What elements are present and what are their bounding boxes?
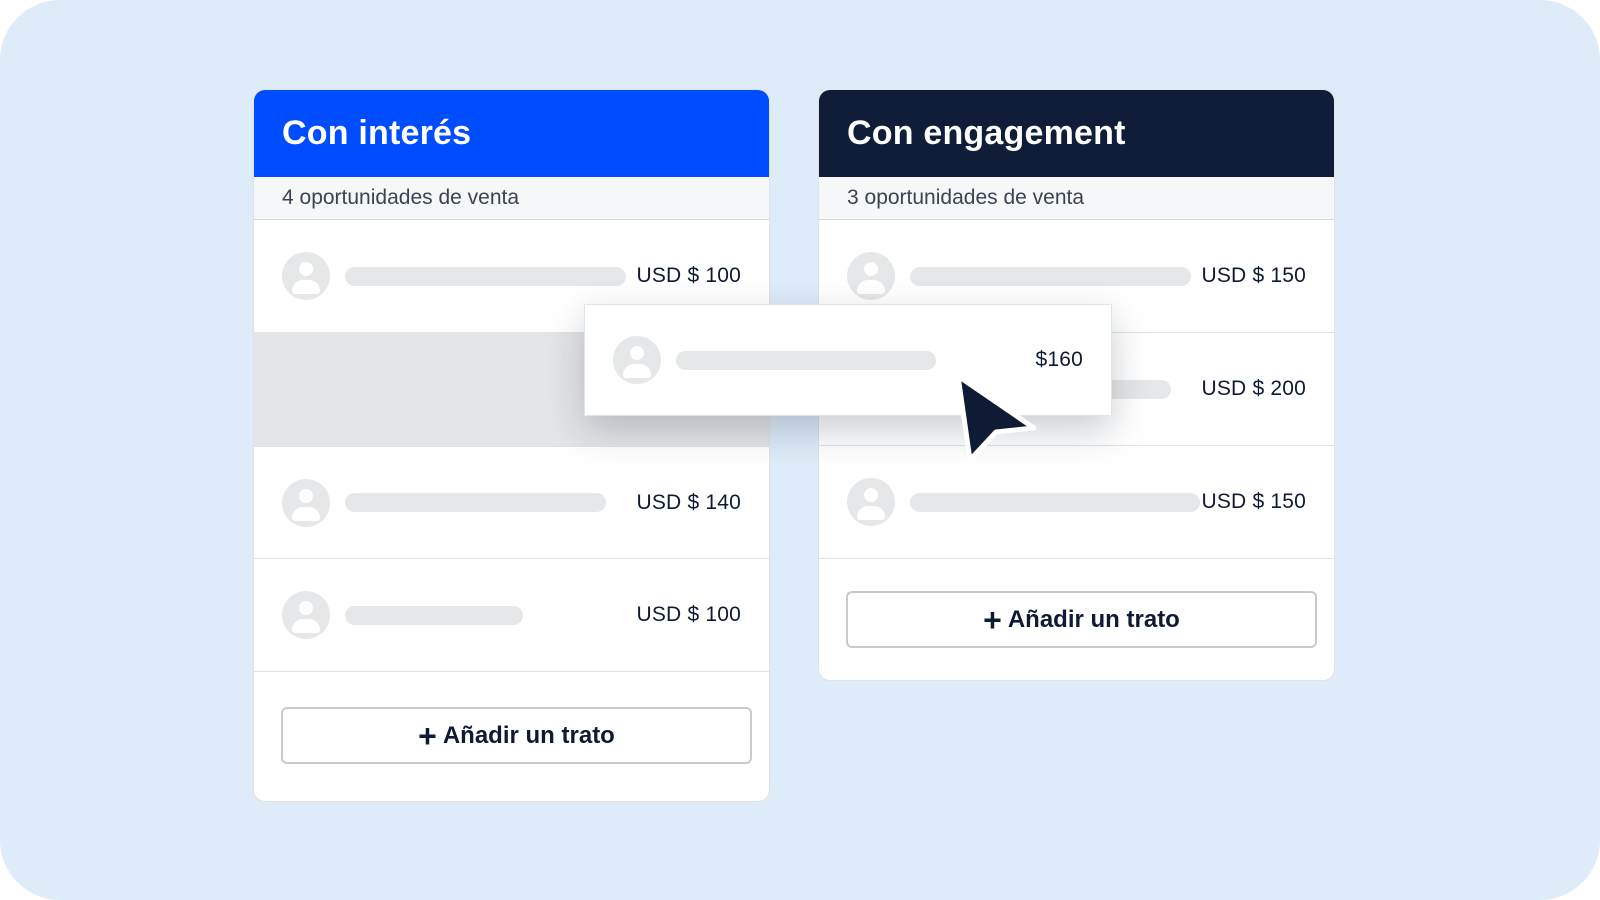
add-deal-button[interactable]: + Añadir un trato (846, 591, 1317, 648)
deal-amount: USD $ 150 (1201, 264, 1306, 287)
column-header: Con interés (254, 90, 769, 177)
plus-icon: + (418, 717, 437, 754)
deal-name-placeholder (345, 493, 606, 512)
deal-amount: USD $ 200 (1201, 377, 1306, 400)
column-deal-count: 4 oportunidades de venta (254, 177, 769, 220)
user-avatar-icon (847, 478, 895, 526)
mouse-pointer-icon (955, 373, 1037, 463)
add-deal-button[interactable]: + Añadir un trato (281, 707, 752, 764)
deal-amount: USD $ 100 (636, 603, 741, 626)
deal-count-label: 4 oportunidades de venta (282, 186, 520, 209)
pipeline-column-con-interes: Con interés 4 oportunidades de venta USD… (253, 89, 770, 802)
deal-name-placeholder (910, 492, 1200, 512)
deal-amount: USD $ 150 (1201, 490, 1306, 513)
deal-name-placeholder (345, 266, 626, 286)
user-avatar-icon (613, 336, 661, 384)
plus-icon: + (983, 601, 1002, 638)
column-title: Con engagement (847, 114, 1126, 152)
deal-amount: USD $ 100 (636, 264, 741, 287)
deal-card[interactable]: USD $ 150 (819, 446, 1334, 559)
user-avatar-icon (847, 252, 895, 300)
deal-count-label: 3 oportunidades de venta (847, 186, 1085, 209)
add-deal-label: Añadir un trato (442, 721, 615, 749)
column-deal-count: 3 oportunidades de venta (819, 177, 1334, 220)
deal-card[interactable]: USD $ 100 (254, 559, 769, 672)
user-avatar-icon (282, 591, 330, 639)
column-header: Con engagement (819, 90, 1334, 177)
user-avatar-icon (282, 252, 330, 300)
deal-name-placeholder (676, 350, 936, 370)
add-deal-label: Añadir un trato (1007, 605, 1180, 633)
deal-amount: $160 (1035, 348, 1083, 371)
canvas-background: Con interés 4 oportunidades de venta USD… (0, 0, 1600, 900)
column-title: Con interés (282, 114, 472, 152)
deal-name-placeholder (910, 266, 1191, 286)
deal-name-placeholder (345, 605, 523, 625)
user-avatar-icon (282, 478, 330, 527)
deal-card[interactable]: USD $ 140 (254, 446, 769, 559)
deal-amount: USD $ 140 (636, 490, 741, 514)
